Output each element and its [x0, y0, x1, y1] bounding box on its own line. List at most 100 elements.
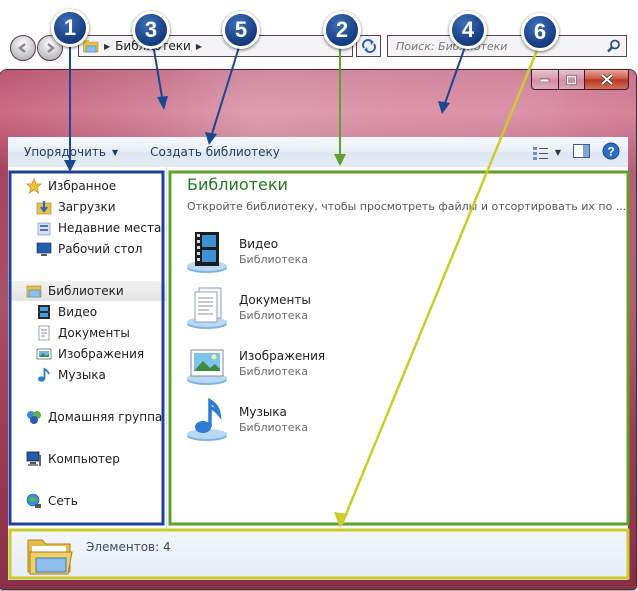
library-tile-video[interactable]: Видео Библиотека — [185, 228, 485, 276]
nav-item-recent-places[interactable]: Недавние места — [8, 218, 166, 238]
back-button[interactable] — [10, 35, 36, 61]
main-content-pane: Библиотеки Откройте библиотеку, чтобы пр… — [168, 167, 628, 529]
network-icon — [26, 493, 42, 509]
preview-pane-icon — [573, 144, 590, 158]
library-tile-music[interactable]: Музыка Библиотека — [185, 396, 485, 444]
library-tile-documents[interactable]: Документы Библиотека — [185, 284, 485, 332]
help-button[interactable]: ? — [602, 142, 620, 163]
pictures-icon — [36, 346, 52, 362]
refresh-button[interactable] — [356, 35, 381, 57]
nav-item-homegroup[interactable]: Домашняя группа — [8, 407, 166, 427]
create-library-label: Создать библиотеку — [150, 145, 280, 159]
maximize-icon — [566, 74, 577, 85]
nav-label: Музыка — [58, 368, 106, 382]
callout-badge-5: 5 — [222, 11, 260, 49]
libraries-folder-icon — [82, 39, 99, 53]
item-count: Элементов: 4 — [86, 540, 171, 554]
recent-places-icon — [36, 220, 52, 236]
callout-badge-4: 4 — [449, 11, 487, 49]
preview-pane-button[interactable] — [573, 144, 590, 161]
svg-text:?: ? — [607, 145, 614, 159]
nav-label: Сеть — [48, 494, 78, 508]
star-icon — [25, 177, 43, 195]
libraries-folder-large-icon — [27, 539, 73, 575]
change-view-button[interactable]: ▼ — [532, 146, 561, 160]
callout-badge-1: 1 — [51, 9, 89, 47]
libraries-icon — [26, 283, 42, 299]
address-bar[interactable]: ▶ Библиотеки ▶ ▼ — [78, 35, 353, 57]
nav-label: Видео — [58, 305, 98, 319]
library-name: Видео — [239, 237, 279, 251]
forward-arrow-icon — [47, 43, 56, 53]
search-input[interactable] — [396, 39, 586, 53]
library-name: Музыка — [239, 405, 287, 419]
breadcrumb-separator-icon[interactable]: ▶ — [104, 42, 110, 51]
music-note-icon — [36, 367, 52, 383]
page-title: Библиотеки — [187, 175, 288, 194]
computer-icon — [26, 451, 42, 467]
video-library-icon — [187, 232, 227, 273]
nav-item-pictures[interactable]: Изображения — [8, 344, 166, 364]
library-type: Библиотека — [239, 253, 308, 266]
search-icon[interactable] — [607, 39, 621, 53]
nav-item-network[interactable]: Сеть — [8, 491, 166, 511]
library-tile-pictures[interactable]: Изображения Библиотека — [185, 340, 485, 388]
caption-buttons — [531, 70, 629, 90]
music-library-icon — [187, 397, 227, 441]
page-subtitle: Откройте библиотеку, чтобы просмотреть ф… — [187, 200, 627, 213]
view-chevron-down-icon: ▼ — [554, 148, 561, 157]
close-button[interactable] — [585, 70, 629, 90]
library-type: Библиотека — [239, 421, 308, 434]
nav-label: Загрузки — [58, 200, 116, 214]
callout-badge-3: 3 — [132, 11, 170, 49]
nav-label: Изображения — [58, 347, 145, 361]
callout-badge-2: 2 — [323, 11, 361, 49]
command-bar: Упорядочить ▼ Создать библиотеку ▼ ? — [8, 137, 628, 168]
client-area: Избранное Загрузки Недавние места Рабочи… — [8, 167, 628, 529]
video-icon — [36, 304, 52, 320]
view-controls: ▼ ? — [532, 142, 620, 163]
minimize-icon — [540, 78, 550, 82]
nav-label: Документы — [58, 326, 130, 340]
library-name: Изображения — [239, 349, 326, 363]
create-library-button[interactable]: Создать библиотеку — [134, 145, 296, 159]
desktop-icon — [36, 241, 52, 257]
nav-label: Избранное — [48, 179, 117, 193]
breadcrumb-separator-icon[interactable]: ▶ — [196, 42, 202, 51]
nav-label: Компьютер — [48, 452, 120, 466]
help-icon: ? — [602, 142, 620, 160]
back-arrow-icon — [17, 43, 26, 53]
documents-library-icon — [187, 287, 227, 329]
details-pane: Элементов: 4 — [8, 529, 628, 580]
close-icon — [600, 74, 613, 85]
documents-icon — [36, 325, 52, 341]
nav-item-documents[interactable]: Документы — [8, 323, 166, 343]
library-name: Документы — [239, 293, 311, 307]
minimize-button[interactable] — [531, 70, 559, 90]
nav-item-favorites[interactable]: Избранное — [8, 176, 166, 196]
library-type: Библиотека — [239, 365, 308, 378]
navigation-pane[interactable]: Избранное Загрузки Недавние места Рабочи… — [8, 167, 167, 529]
library-type: Библиотека — [239, 309, 308, 322]
nav-label: Рабочий стол — [58, 242, 143, 256]
maximize-button[interactable] — [559, 70, 585, 90]
nav-label: Недавние места — [58, 221, 162, 235]
refresh-icon — [361, 39, 376, 53]
pictures-library-icon — [187, 349, 227, 385]
downloads-folder-icon — [36, 199, 52, 215]
nav-item-video[interactable]: Видео — [8, 302, 166, 322]
nav-item-computer[interactable]: Компьютер — [8, 449, 166, 469]
nav-label: Домашняя группа — [48, 410, 163, 424]
search-box[interactable] — [387, 35, 627, 57]
callout-badge-6: 6 — [521, 13, 559, 51]
nav-item-libraries[interactable]: Библиотеки — [8, 281, 166, 301]
organize-menu-button[interactable]: Упорядочить ▼ — [8, 145, 134, 159]
organize-label: Упорядочить — [24, 145, 106, 159]
nav-item-music[interactable]: Музыка — [8, 365, 166, 385]
homegroup-icon — [26, 409, 42, 425]
nav-label: Библиотеки — [48, 284, 124, 298]
nav-item-downloads[interactable]: Загрузки — [8, 197, 166, 217]
view-list-icon — [532, 146, 548, 160]
chevron-down-icon: ▼ — [111, 147, 119, 157]
nav-item-desktop[interactable]: Рабочий стол — [8, 239, 166, 259]
